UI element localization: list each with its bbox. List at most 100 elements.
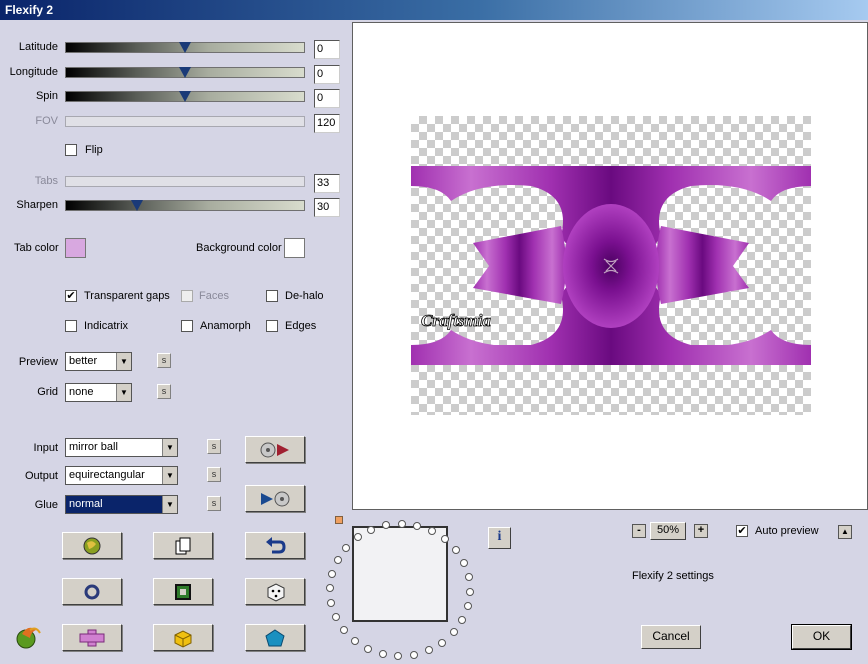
output-projection-select[interactable]: equirectangular ▼ — [65, 466, 178, 485]
plus-shape-icon — [79, 629, 105, 646]
input-projection-select[interactable]: mirror ball ▼ — [65, 438, 178, 457]
undo-icon — [266, 536, 286, 553]
transparent-gaps-checkbox[interactable]: ✔ — [65, 290, 77, 302]
spin-slider[interactable] — [65, 91, 305, 102]
copy-button[interactable] — [153, 532, 213, 559]
sharpen-field[interactable]: 30 — [314, 198, 340, 217]
preview-quality-value: better — [69, 355, 98, 367]
chevron-down-icon: ▼ — [162, 439, 177, 456]
mini-preview-dot[interactable] — [465, 587, 474, 596]
indicatrix-checkbox[interactable] — [65, 320, 77, 332]
sharpen-slider-thumb[interactable] — [131, 200, 144, 211]
mini-preview-dot[interactable] — [409, 650, 418, 659]
mini-preview-dot[interactable] — [451, 546, 460, 555]
edges-label: Edges — [285, 320, 317, 332]
mini-preview-dot[interactable] — [449, 628, 458, 637]
latitude-slider-thumb[interactable] — [179, 42, 191, 53]
square-icon — [175, 583, 191, 600]
preview-s-button[interactable]: s — [157, 353, 171, 368]
play-output-button[interactable] — [245, 485, 305, 512]
mini-preview-dot[interactable] — [378, 649, 387, 658]
indicatrix-label: Indicatrix — [84, 320, 129, 332]
longitude-slider-thumb[interactable] — [179, 67, 191, 78]
circle-button[interactable] — [62, 578, 122, 605]
play-input-button[interactable] — [245, 436, 305, 463]
mini-preview-dot[interactable] — [463, 602, 472, 611]
preview-label: Preview — [18, 356, 58, 368]
undo-button[interactable] — [245, 532, 305, 559]
ok-button[interactable]: OK — [791, 624, 852, 650]
tab-color-swatch[interactable] — [65, 238, 86, 258]
sharpen-slider[interactable] — [65, 200, 305, 211]
longitude-field[interactable]: 0 — [314, 65, 340, 84]
mini-preview-dot[interactable] — [394, 651, 403, 660]
edges-checkbox[interactable] — [266, 320, 278, 332]
mini-preview-dot[interactable] — [438, 638, 447, 647]
disc-play-icon — [260, 442, 289, 457]
tab-color-label: Tab color — [14, 242, 59, 254]
grid-select[interactable]: none ▼ — [65, 383, 132, 402]
faces-label: Faces — [199, 290, 229, 302]
pentagon-icon — [265, 628, 285, 646]
cube-button[interactable] — [153, 624, 213, 651]
flip-label: Flip — [85, 144, 103, 156]
anamorph-checkbox[interactable] — [181, 320, 193, 332]
preview-canvas[interactable]: Craftsmia — [411, 116, 811, 415]
mini-preview-dot[interactable] — [326, 584, 335, 593]
transparent-gaps-label: Transparent gaps — [84, 290, 170, 302]
mini-preview-dot[interactable] — [333, 555, 342, 564]
longitude-slider[interactable] — [65, 67, 305, 78]
chevron-down-icon: ▼ — [116, 353, 131, 370]
chevron-down-icon: ▼ — [162, 496, 177, 513]
longitude-label: Longitude — [9, 66, 58, 78]
flip-checkbox[interactable] — [65, 144, 77, 156]
mini-preview-dot[interactable] — [458, 616, 467, 625]
mini-preview-corner-handle[interactable] — [335, 516, 343, 524]
spin-field[interactable]: 0 — [314, 89, 340, 108]
de-halo-checkbox[interactable] — [266, 290, 278, 302]
mini-preview-dot[interactable] — [464, 572, 473, 581]
auto-preview-checkbox[interactable]: ✔ — [736, 525, 748, 537]
output-s-button[interactable]: s — [207, 467, 221, 482]
mini-preview-dot[interactable] — [459, 558, 468, 567]
flexify-logo-icon — [16, 627, 41, 649]
mini-preview-dot[interactable] — [397, 520, 406, 529]
zoom-in-button[interactable]: + — [694, 524, 708, 538]
mini-preview-dot[interactable] — [350, 636, 359, 645]
glue-s-button[interactable]: s — [207, 496, 221, 511]
mini-preview-dot[interactable] — [327, 599, 336, 608]
latitude-slider[interactable] — [65, 42, 305, 53]
tabs-field[interactable]: 33 — [314, 174, 340, 193]
sharpen-label: Sharpen — [16, 199, 58, 211]
square-button[interactable] — [153, 578, 213, 605]
mini-preview-dot[interactable] — [424, 646, 433, 655]
grid-label: Grid — [37, 386, 58, 398]
background-color-swatch[interactable] — [284, 238, 305, 258]
mini-preview-dot[interactable] — [364, 644, 373, 653]
preview-quality-select[interactable]: better ▼ — [65, 352, 132, 371]
main-preview-pane[interactable]: Craftsmia — [352, 22, 868, 510]
input-s-button[interactable]: s — [207, 439, 221, 454]
collapse-up-button[interactable]: ▲ — [838, 525, 852, 539]
fov-slider — [65, 116, 305, 127]
zoom-out-button[interactable]: - — [632, 524, 646, 538]
grid-value: none — [69, 386, 94, 398]
mini-preview-dot[interactable] — [342, 543, 351, 552]
pentagon-button[interactable] — [245, 624, 305, 651]
mini-preview[interactable] — [352, 526, 448, 622]
glue-select[interactable]: normal ▼ — [65, 495, 178, 514]
faces-checkbox — [181, 290, 193, 302]
grid-s-button[interactable]: s — [157, 384, 171, 399]
cross-button[interactable] — [62, 624, 122, 651]
earth-button[interactable] — [62, 532, 122, 559]
mini-preview-dot[interactable] — [340, 625, 349, 634]
latitude-field[interactable]: 0 — [314, 40, 340, 59]
random-button[interactable] — [245, 578, 305, 605]
mini-preview-dot[interactable] — [332, 613, 341, 622]
cancel-button[interactable]: Cancel — [641, 625, 701, 649]
mini-preview-dot[interactable] — [328, 569, 337, 578]
fov-field[interactable]: 120 — [314, 114, 340, 133]
info-button[interactable]: i — [488, 527, 511, 549]
spin-slider-thumb[interactable] — [179, 91, 191, 102]
de-halo-label: De-halo — [285, 290, 324, 302]
